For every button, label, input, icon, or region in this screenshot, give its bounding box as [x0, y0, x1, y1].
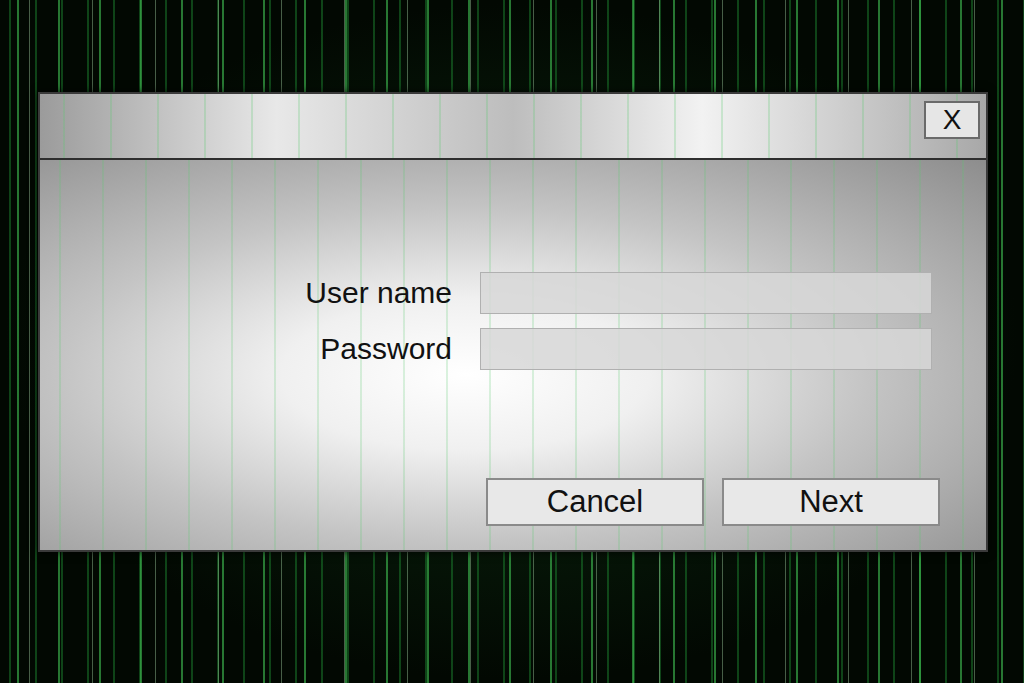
field-label: Password	[40, 332, 452, 366]
matrix-background: X User name Password Cancel Next	[0, 0, 1024, 683]
login-dialog: X User name Password Cancel Next	[38, 92, 988, 552]
field-input[interactable]	[480, 272, 932, 314]
dialog-button[interactable]: Next	[722, 478, 940, 526]
field-label: User name	[40, 276, 452, 310]
title-bar: X	[40, 94, 986, 160]
login-form: User name Password	[40, 272, 986, 370]
field-input[interactable]	[480, 328, 932, 370]
button-row: Cancel Next	[40, 478, 986, 526]
dialog-body: User name Password Cancel Next	[40, 160, 986, 550]
close-button[interactable]: X	[924, 101, 980, 139]
dialog-button[interactable]: Cancel	[486, 478, 704, 526]
